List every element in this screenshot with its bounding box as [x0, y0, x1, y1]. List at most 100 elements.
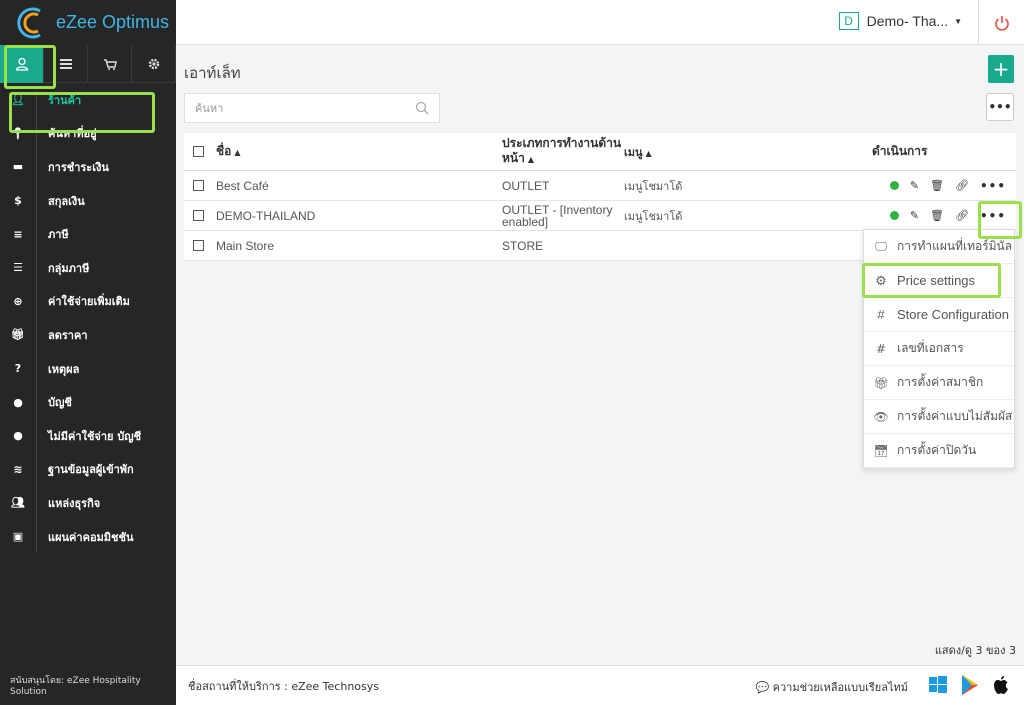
sidebar-item[interactable]: ? เหตุผล: [0, 352, 176, 386]
link-icon[interactable]: 🔗︎: [955, 209, 969, 222]
tab-list[interactable]: [44, 45, 88, 83]
dropdown-item-label: Store Configuration: [897, 307, 1010, 322]
dropdown-item[interactable]: # เลขที่เอกสาร: [864, 332, 1014, 366]
money-icon: ▣: [12, 530, 24, 544]
row-checkbox[interactable]: [193, 180, 204, 191]
sidebar-item[interactable]: $ สกุลเงิน: [0, 184, 176, 218]
table-row[interactable]: DEMO-THAILAND OUTLET - [Inventory enabled…: [184, 201, 1016, 231]
sidebar-item-label: ลดราคา: [48, 328, 88, 342]
dropdown-item[interactable]: ⚙ Price settings: [864, 264, 1014, 298]
row-type: OUTLET - [Inventory enabled]: [502, 203, 613, 229]
status-active-icon: [889, 211, 899, 220]
database-icon: ≋: [13, 462, 23, 476]
sidebar-tabs: [0, 45, 176, 83]
dollar-icon: $: [14, 194, 22, 208]
row-type: OUTLET: [502, 178, 550, 193]
dropdown-item[interactable]: # Store Configuration: [864, 298, 1014, 332]
caret-down-icon: ▼: [954, 16, 962, 26]
sidebar-item[interactable]: 🎁︎ ลดราคา: [0, 318, 176, 352]
edit-icon[interactable]: ✎: [910, 209, 919, 222]
tab-cart[interactable]: [88, 45, 132, 83]
sort-icon: ▲: [234, 148, 241, 157]
sidebar-item[interactable]: ≡ ภาษี: [0, 217, 176, 251]
row-menu: เมนูโชมาโด้: [624, 179, 683, 193]
trash-icon[interactable]: 🗑︎: [930, 179, 944, 192]
col-name-header[interactable]: ชื่อ ▲: [216, 142, 241, 161]
edit-icon[interactable]: ✎: [910, 179, 919, 192]
col-menu-header[interactable]: เมนู ▲: [624, 143, 652, 161]
user-icon: [15, 57, 28, 71]
sidebar-item-label: ฐานข้อมูลผู้เข้าพัก: [48, 463, 134, 477]
sidebar-item[interactable]: ≋ ฐานข้อมูลผู้เข้าพัก: [0, 453, 176, 487]
main-content: เอาท์เล็ท + ค้นหา ••• ชื่อ ▲ ประเภทการทำง…: [176, 45, 1024, 665]
sidebar-footer: สนับสนุนโดย: eZee Hospitality Solution: [10, 676, 141, 697]
select-all-checkbox[interactable]: [193, 146, 204, 157]
row-menu: เมนูโชมาโด้: [624, 209, 683, 223]
logout-button[interactable]: [978, 0, 1024, 45]
row-name: DEMO-THAILAND: [216, 208, 316, 223]
row-checkbox[interactable]: [193, 240, 204, 251]
sidebar-item[interactable]: ⊕ ค่าใช้จ่ายเพิ่มเติม: [0, 285, 176, 319]
page-title: เอาท์เล็ท: [184, 64, 241, 82]
more-options-button[interactable]: •••: [986, 93, 1014, 121]
dropdown-item[interactable]: 🎁︎ การตั้งค่าสมาชิก: [864, 366, 1014, 400]
link-icon[interactable]: 🔗︎: [955, 179, 969, 192]
dropdown-item-label: การตั้งค่าสมาชิก: [897, 375, 984, 389]
credit-card-icon: ▬: [12, 160, 24, 174]
table-row[interactable]: Best Café OUTLET เมนูโชมาโด้ ✎ 🗑︎ 🔗︎ •••: [184, 171, 1016, 201]
property-selector[interactable]: D Demo- Tha... ▼: [838, 12, 962, 30]
footer: ชื่อสถานที่ให้บริการ : eZee Technosys 💬 …: [176, 665, 1024, 705]
col-actions-header: ดำเนินการ: [872, 144, 928, 158]
play-store-icon[interactable]: [960, 674, 980, 696]
sidebar-item-label: บัญชี: [48, 396, 72, 410]
sidebar-item[interactable]: ● ไม่มีค่าใช้จ่าย บัญชี: [0, 419, 176, 453]
tab-settings[interactable]: [132, 45, 176, 83]
eye-icon: 👁︎: [873, 409, 889, 424]
row-actions: ✎ 🗑︎ 🔗︎ •••: [889, 209, 1006, 223]
cart-icon: [103, 59, 117, 70]
search-input[interactable]: ค้นหา: [184, 93, 440, 123]
dropdown-item[interactable]: 🖵︎ การทำแผนที่เทอร์มินัล: [864, 230, 1014, 264]
app-links: [928, 674, 1010, 696]
gear-icon: [148, 58, 159, 70]
dropdown-item[interactable]: 📅︎ การตั้งค่าปิดวัน: [864, 434, 1014, 468]
tab-users[interactable]: [0, 45, 44, 83]
col-type-header[interactable]: ประเภทการทำงานด้านหน้า ▲: [502, 136, 622, 167]
more-actions-button[interactable]: •••: [980, 209, 1006, 223]
row-type: STORE: [502, 238, 544, 253]
property-name: Demo- Tha...: [866, 13, 949, 29]
hash-icon: #: [875, 341, 887, 356]
windows-icon[interactable]: [928, 675, 948, 695]
apple-icon[interactable]: [992, 675, 1010, 695]
sidebar-item[interactable]: ▬ การชำระเงิน: [0, 150, 176, 184]
sidebar-item[interactable]: ▣ แผนค่าคอมมิชชัน: [0, 520, 176, 554]
dropdown-item-label: เลขที่เอกสาร: [897, 341, 964, 355]
question-circle-icon: ?: [14, 362, 22, 376]
search-icon: [415, 101, 429, 115]
sidebar-item-label: ค่าใช้จ่ายเพิ่มเติม: [48, 295, 130, 309]
list-icon: ☰: [13, 261, 23, 275]
gear-icon: ⚙: [875, 272, 887, 288]
topbar: D Demo- Tha... ▼: [176, 0, 1024, 45]
sidebar-item[interactable]: 👤︎ ร้านค้า: [0, 83, 176, 117]
dropdown-item[interactable]: 👁︎ การตั้งค่าแบบไม่สัมผัส: [864, 400, 1014, 434]
logo-icon: [17, 7, 41, 38]
power-icon: [994, 15, 1009, 31]
sidebar-item[interactable]: ● บัญชี: [0, 385, 176, 419]
dropdown-item-label: การทำแผนที่เทอร์มินัล: [897, 239, 1013, 253]
more-actions-button[interactable]: •••: [980, 179, 1006, 193]
trash-icon[interactable]: 🗑︎: [930, 209, 944, 222]
sidebar-item[interactable]: 👥︎ แหล่งธุรกิจ: [0, 486, 176, 520]
list-icon: [59, 59, 72, 69]
add-button[interactable]: +: [988, 55, 1014, 83]
dropdown-item-label: การตั้งค่าแบบไม่สัมผัส: [897, 409, 1013, 423]
sidebar-item[interactable]: 📍︎ ค้นหาที่อยู่: [0, 117, 176, 151]
chat-icon: 💬: [755, 681, 770, 694]
row-actions-dropdown: 🖵︎ การทำแผนที่เทอร์มินัล ⚙ Price settings # S…: [863, 229, 1015, 469]
sidebar-menu: 👤︎ ร้านค้า 📍︎ ค้นหาที่อยู่ ▬ การชำระเงิน $ สกุล…: [0, 83, 176, 554]
sort-icon: ▲: [527, 155, 535, 164]
sidebar-item[interactable]: ☰ กลุ่มภาษี: [0, 251, 176, 285]
row-actions: ✎ 🗑︎ 🔗︎ •••: [889, 179, 1006, 193]
row-checkbox[interactable]: [193, 210, 204, 221]
live-help-link[interactable]: 💬 ความช่วยเหลือแบบเรียลไทม์: [755, 678, 908, 696]
